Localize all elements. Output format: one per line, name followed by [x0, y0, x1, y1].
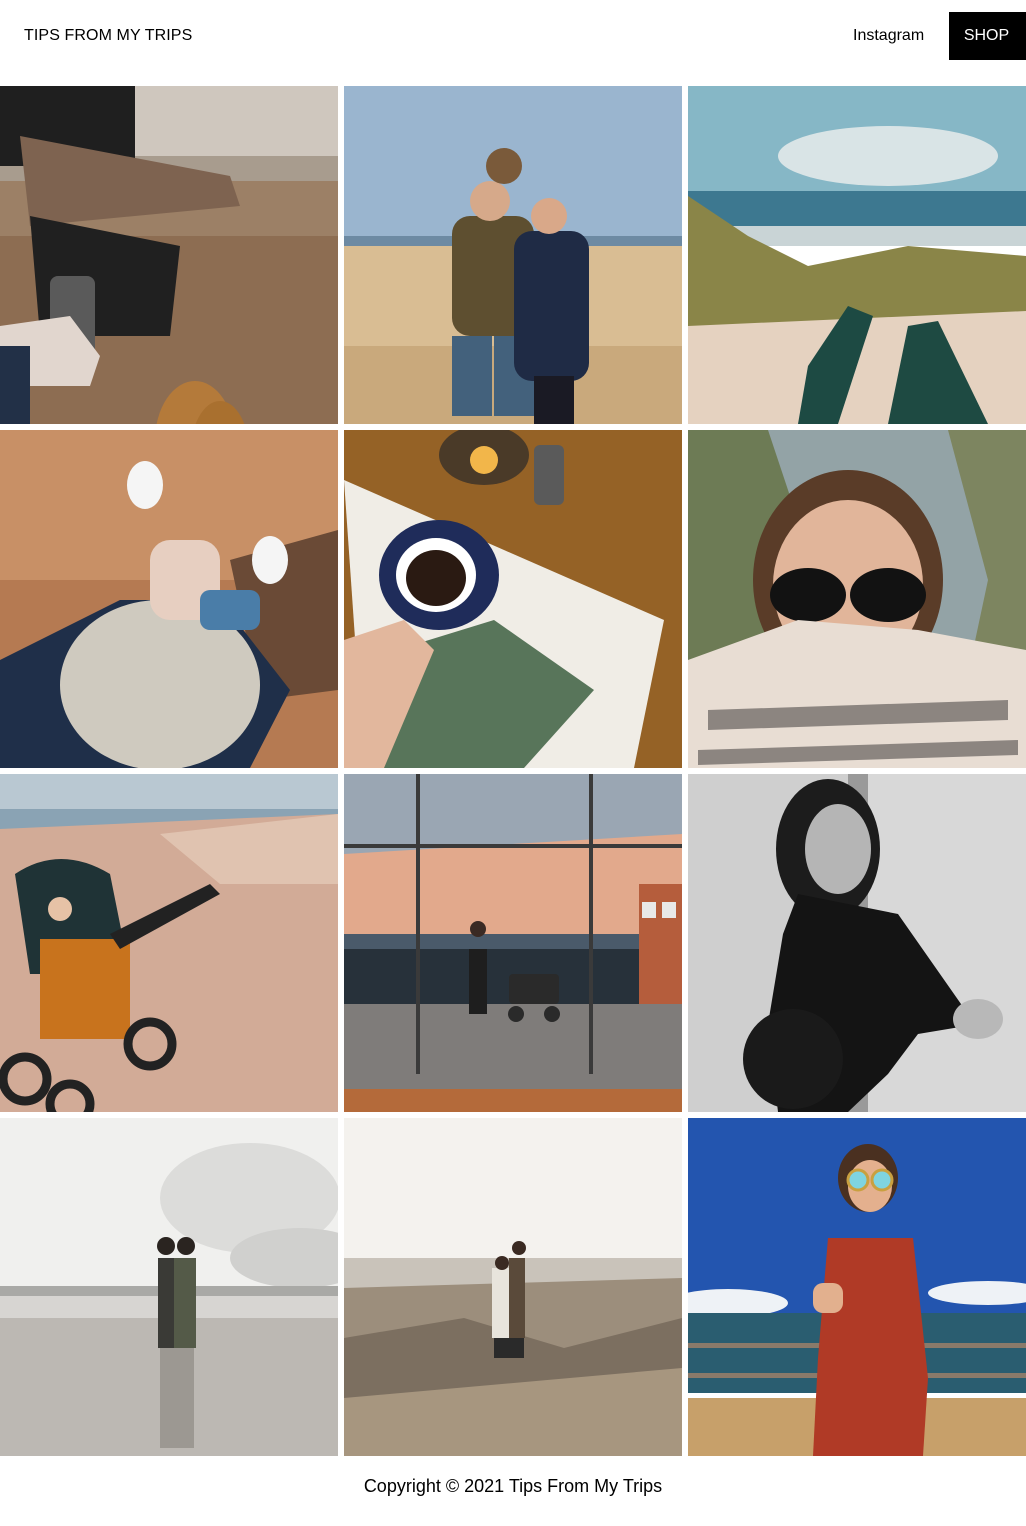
- copyright-text: Copyright © 2021 Tips From My Trips: [363, 1476, 663, 1496]
- footer: Copyright © 2021 Tips From My Trips: [0, 1476, 1026, 1497]
- feet-in-dunes-photo: [688, 86, 1026, 424]
- site-title-link[interactable]: TIPS FROM MY TRIPS: [24, 27, 192, 45]
- coffee-and-book-photo: [344, 430, 682, 768]
- gallery-tile-2[interactable]: [344, 86, 682, 424]
- red-dress-seaside-photo: [688, 1118, 1026, 1456]
- gallery-tile-11[interactable]: [344, 1118, 682, 1456]
- gallery-tile-5[interactable]: [344, 430, 682, 768]
- gallery-tile-12[interactable]: [688, 1118, 1026, 1456]
- couple-kissing-beach-photo: [0, 1118, 338, 1456]
- instagram-link[interactable]: Instagram: [853, 27, 924, 45]
- gallery-tile-8[interactable]: [344, 774, 682, 1112]
- couple-in-dunes-photo: [344, 1118, 682, 1456]
- stroller-at-sunset-photo: [0, 774, 338, 1112]
- gallery-tile-4[interactable]: [0, 430, 338, 768]
- shop-button[interactable]: SHOP: [949, 12, 1026, 60]
- site-header: TIPS FROM MY TRIPS Instagram SHOP: [0, 0, 1026, 72]
- gallery-tile-9[interactable]: [688, 774, 1026, 1112]
- photo-grid: [0, 86, 1026, 1456]
- sunglasses-selfie-photo: [688, 430, 1026, 768]
- pregnancy-portrait-photo: [688, 774, 1026, 1112]
- stroller-on-beach-photo: [0, 86, 338, 424]
- gallery-tile-1[interactable]: [0, 86, 338, 424]
- mirror-promenade-photo: [344, 774, 682, 1112]
- gallery-tile-7[interactable]: [0, 774, 338, 1112]
- gallery-tile-6[interactable]: [688, 430, 1026, 768]
- family-on-beach-photo: [344, 86, 682, 424]
- gallery-tile-10[interactable]: [0, 1118, 338, 1456]
- gallery-tile-3[interactable]: [688, 86, 1026, 424]
- baby-on-sand-photo: [0, 430, 338, 768]
